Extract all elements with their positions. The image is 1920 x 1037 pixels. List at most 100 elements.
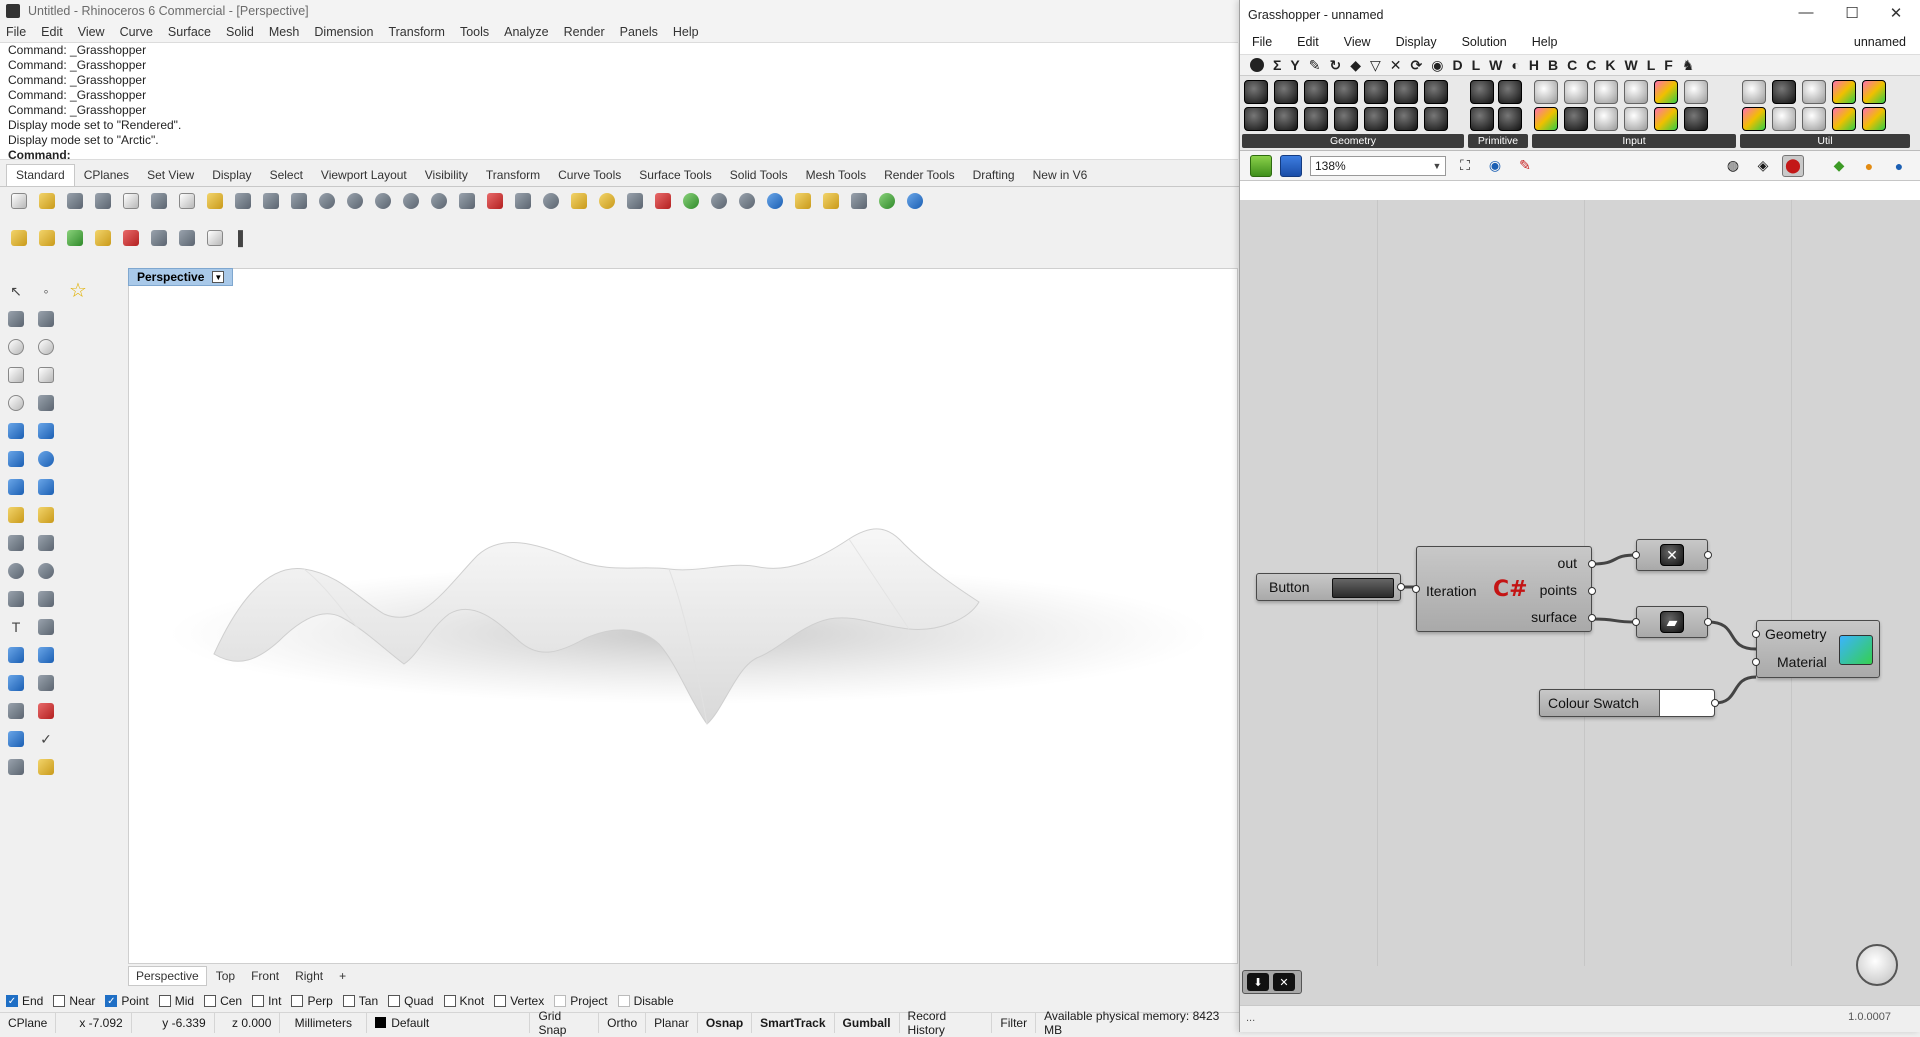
param-icon[interactable]: [1742, 107, 1766, 131]
param-icon[interactable]: [1594, 107, 1618, 131]
paste-icon[interactable]: [204, 190, 226, 212]
category-tab[interactable]: ⟳: [1411, 57, 1423, 74]
gh-menu-file[interactable]: File: [1252, 35, 1272, 49]
param-icon[interactable]: [1334, 80, 1358, 104]
gh-menu-solution[interactable]: Solution: [1462, 35, 1507, 49]
open-folder-icon[interactable]: [1250, 154, 1272, 177]
params-tab-icon[interactable]: [1250, 58, 1264, 72]
param-icon[interactable]: [1498, 80, 1522, 104]
tab-select[interactable]: Select: [261, 165, 312, 186]
osnap-mid-checkbox[interactable]: [158, 995, 171, 1007]
osnap-disable-checkbox[interactable]: [617, 995, 630, 1007]
param-icon[interactable]: [1624, 107, 1648, 131]
input-port[interactable]: [1752, 630, 1760, 638]
osnap-tan[interactable]: Tan: [342, 994, 378, 1008]
tab-solid-tools[interactable]: Solid Tools: [721, 165, 797, 186]
bake-icon[interactable]: ◆: [1828, 155, 1850, 177]
param-icon[interactable]: [1334, 107, 1358, 131]
status-planar[interactable]: Planar: [646, 1012, 698, 1033]
param-icon[interactable]: [1684, 80, 1708, 104]
options-gear-icon[interactable]: [820, 190, 842, 212]
snap-icon[interactable]: [568, 190, 590, 212]
rhino-menu-edit[interactable]: Edit: [41, 25, 63, 39]
category-tab[interactable]: Y: [1290, 57, 1299, 73]
param-icon[interactable]: [1534, 80, 1558, 104]
preview-selected-icon[interactable]: ⬤: [1782, 154, 1804, 177]
viewport-tab-perspective[interactable]: Perspective: [128, 966, 207, 986]
close-x-icon[interactable]: ✕: [1273, 973, 1295, 991]
osnap-project-checkbox[interactable]: [554, 995, 567, 1007]
output-port[interactable]: [1588, 587, 1596, 595]
join-icon[interactable]: [4, 588, 28, 610]
osnap-knot[interactable]: Knot: [443, 994, 484, 1008]
category-tab[interactable]: K: [1605, 57, 1615, 73]
download-icon[interactable]: ⬇: [1247, 973, 1269, 991]
output-port[interactable]: [1704, 618, 1712, 626]
ribbon-group-label[interactable]: Input: [1532, 134, 1736, 148]
category-tab[interactable]: H: [1529, 57, 1539, 73]
arc-icon[interactable]: [4, 392, 28, 414]
viewport-tab-front[interactable]: Front: [244, 967, 286, 985]
category-tab[interactable]: ✎: [1309, 57, 1321, 74]
export-icon[interactable]: [120, 190, 142, 212]
param-icon[interactable]: [1772, 107, 1796, 131]
tab-viewport-layout[interactable]: Viewport Layout: [312, 165, 416, 186]
tab-cplanes[interactable]: CPlanes: [75, 165, 138, 186]
boolean-union-icon[interactable]: [4, 560, 28, 582]
save-icon[interactable]: [64, 190, 86, 212]
gh-menu-edit[interactable]: Edit: [1297, 35, 1319, 49]
unroll-icon[interactable]: [34, 756, 58, 778]
osnap-int[interactable]: Int: [252, 994, 281, 1008]
lock-icon[interactable]: [624, 190, 646, 212]
viewport-title-tab[interactable]: Perspective ▼: [128, 268, 234, 286]
osnap-perp-checkbox[interactable]: [291, 995, 304, 1007]
output-port[interactable]: [1704, 551, 1712, 559]
viewport-menu-chevron-icon[interactable]: ▼: [212, 271, 225, 283]
ribbon-group-label[interactable]: Util: [1740, 134, 1910, 148]
osnap-project[interactable]: Project: [554, 994, 608, 1008]
polyline-icon[interactable]: [4, 308, 28, 330]
category-tab[interactable]: B: [1548, 57, 1558, 73]
render-mesh-icon[interactable]: [4, 756, 28, 778]
category-tab[interactable]: Σ: [1273, 57, 1281, 73]
custom-preview-component[interactable]: Geometry Material: [1752, 620, 1880, 678]
print-icon[interactable]: [92, 190, 114, 212]
category-tab[interactable]: ◐: [1511, 57, 1519, 73]
maximize-icon[interactable]: ☐: [1830, 4, 1874, 26]
button-component[interactable]: Button: [1256, 573, 1405, 601]
osnap-cen-checkbox[interactable]: [204, 995, 217, 1007]
render-camera-icon[interactable]: [176, 227, 198, 249]
tab-curve-tools[interactable]: Curve Tools: [549, 165, 630, 186]
button-face[interactable]: [1332, 578, 1394, 598]
named-view-icon[interactable]: [484, 190, 506, 212]
category-tab[interactable]: ✕: [1390, 57, 1402, 74]
category-tab[interactable]: W: [1624, 57, 1637, 73]
curve-icon[interactable]: [34, 308, 58, 330]
category-tab[interactable]: L: [1472, 57, 1481, 73]
param-icon[interactable]: [1424, 107, 1448, 131]
rhino-menu-solid[interactable]: Solid: [226, 25, 254, 39]
status-grid-snap[interactable]: Grid Snap: [530, 1009, 600, 1037]
circle-icon[interactable]: [4, 336, 28, 358]
four-view-icon[interactable]: [456, 190, 478, 212]
category-tab[interactable]: L: [1647, 57, 1656, 73]
param-icon[interactable]: [1244, 107, 1268, 131]
new-file-icon[interactable]: [8, 190, 30, 212]
param-icon[interactable]: [1394, 107, 1418, 131]
osnap-vertex[interactable]: Vertex: [494, 994, 544, 1008]
display-options-icon[interactable]: ●: [1888, 155, 1910, 177]
chevron-down-icon[interactable]: ▼: [1429, 161, 1445, 171]
group-icon[interactable]: [64, 227, 86, 249]
category-tab[interactable]: C: [1567, 57, 1577, 73]
status-smarttrack[interactable]: SmartTrack: [752, 1012, 835, 1033]
surface-param-component[interactable]: ▰: [1632, 606, 1712, 638]
zoom-dropdown[interactable]: 138% ▼: [1310, 155, 1446, 176]
zoom-extents-icon[interactable]: [372, 190, 394, 212]
color-wheel-icon[interactable]: [680, 190, 702, 212]
gh-document-name[interactable]: unnamed: [1854, 35, 1906, 49]
render-sphere-icon[interactable]: [764, 190, 786, 212]
open-file-icon[interactable]: [36, 190, 58, 212]
tab-new-in-v6[interactable]: New in V6: [1024, 165, 1097, 186]
copy-icon[interactable]: [176, 190, 198, 212]
tab-render-tools[interactable]: Render Tools: [875, 165, 964, 186]
